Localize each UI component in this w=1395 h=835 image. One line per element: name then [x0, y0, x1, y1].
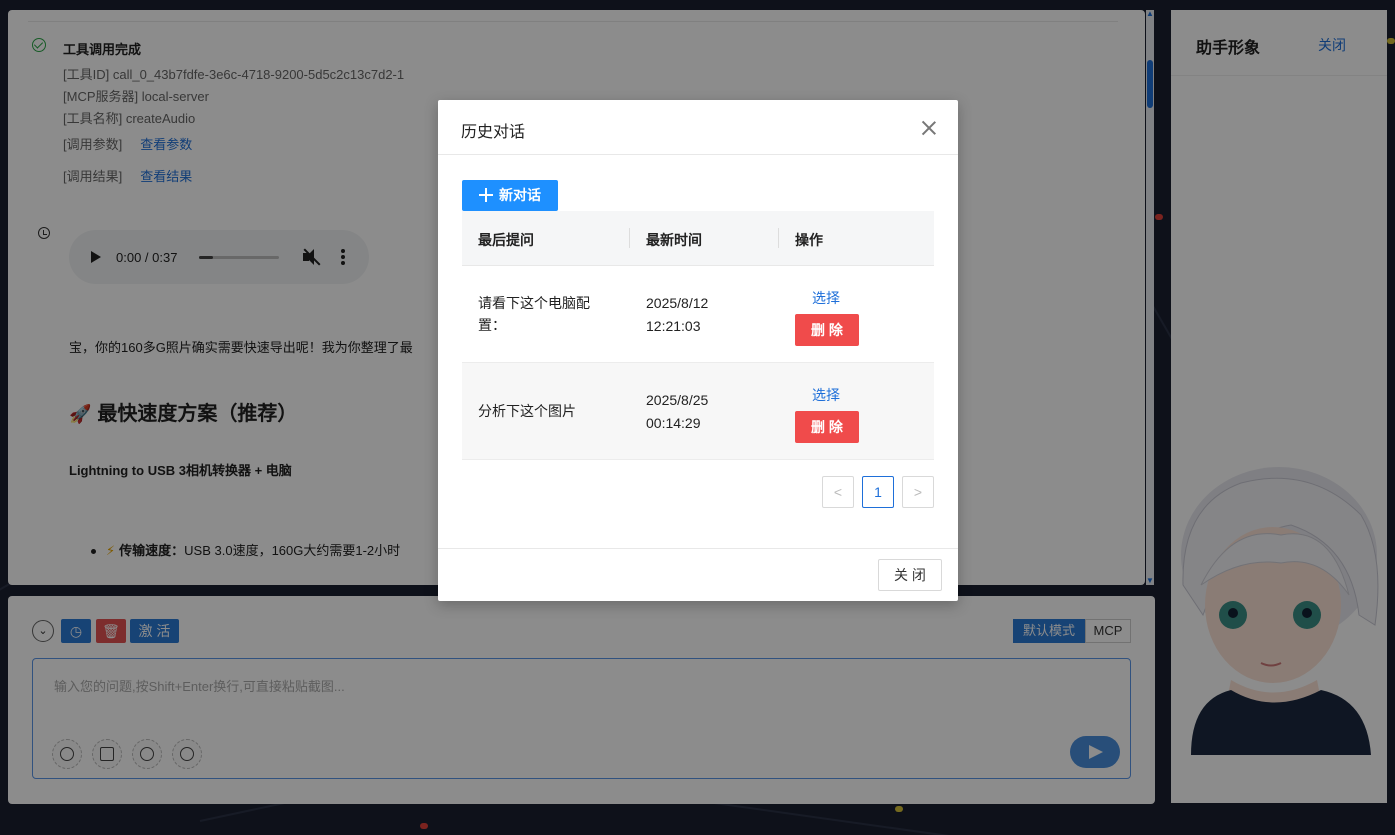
- row-time: 2025/8/25 00:14:29: [646, 389, 756, 435]
- new-chat-label: 新对话: [499, 187, 541, 203]
- select-link[interactable]: 选择: [812, 288, 840, 308]
- delete-button[interactable]: 删 除: [795, 411, 859, 443]
- history-table: 最后提问 最新时间 操作 请看下这个电脑配置： 2025/8/12 12:21:0…: [462, 211, 934, 460]
- row-question: 分析下这个图片: [478, 403, 576, 419]
- row-date: 2025/8/12: [646, 295, 709, 311]
- column-header-action: 操作: [795, 232, 823, 248]
- table-row: 分析下这个图片 2025/8/25 00:14:29 选择 删 除: [462, 363, 934, 460]
- dialog-header: 历史对话: [438, 100, 958, 155]
- row-clock: 00:14:29: [646, 415, 701, 431]
- row-clock: 12:21:03: [646, 318, 701, 334]
- column-divider: [629, 228, 630, 248]
- next-page-button[interactable]: >: [902, 476, 934, 508]
- page-1-button[interactable]: 1: [862, 476, 894, 508]
- delete-button[interactable]: 删 除: [795, 314, 859, 346]
- plus-icon: [479, 188, 493, 202]
- column-header-time: 最新时间: [646, 232, 702, 248]
- column-header-question: 最后提问: [478, 232, 534, 248]
- select-link[interactable]: 选择: [812, 385, 840, 405]
- close-icon[interactable]: [920, 119, 938, 137]
- row-question: 请看下这个电脑配置：: [478, 295, 590, 333]
- prev-page-button[interactable]: <: [822, 476, 854, 508]
- history-dialog: 历史对话 新对话 最后提问 最新时间 操作 请看下这个电脑配置： 2025/8/…: [438, 100, 958, 601]
- table-row: 请看下这个电脑配置： 2025/8/12 12:21:03 选择 删 除: [462, 266, 934, 363]
- table-header: 最后提问 最新时间 操作: [462, 211, 934, 266]
- dialog-title: 历史对话: [461, 124, 526, 141]
- new-chat-button[interactable]: 新对话: [462, 180, 558, 211]
- row-date: 2025/8/25: [646, 392, 709, 408]
- dialog-close-button[interactable]: 关 闭: [878, 559, 942, 591]
- column-divider: [778, 228, 779, 248]
- dialog-footer-divider: [438, 548, 958, 549]
- row-time: 2025/8/12 12:21:03: [646, 292, 756, 338]
